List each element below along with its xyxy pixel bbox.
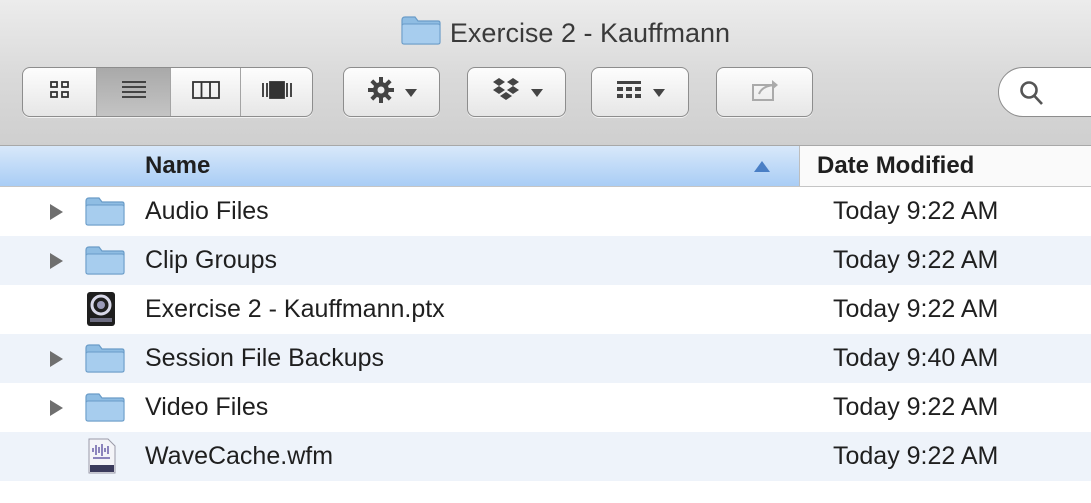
date-modified: Today 9:22 AM (833, 197, 999, 225)
file-list: Audio Files Today 9:22 AM Clip Groups To… (0, 187, 1091, 481)
share-icon (750, 77, 780, 108)
arrange-menu-button[interactable] (591, 67, 689, 117)
list-item[interactable]: WaveCache.wfm Today 9:22 AM (0, 432, 1091, 481)
folder-icon (400, 14, 442, 53)
disclosure-triangle-icon[interactable] (50, 400, 63, 416)
chevron-down-icon (530, 89, 543, 97)
action-menu-button[interactable] (343, 67, 440, 117)
file-name: WaveCache.wfm (145, 442, 334, 470)
icon-grid-icon (49, 80, 71, 105)
date-modified: Today 9:22 AM (833, 295, 999, 323)
folder-icon (84, 342, 126, 379)
folder-icon (84, 391, 126, 428)
sort-ascending-icon (754, 161, 770, 172)
icon-view-button[interactable] (23, 68, 96, 116)
share-button[interactable] (716, 67, 813, 117)
cover-flow-icon (260, 79, 294, 106)
search-field[interactable] (998, 67, 1091, 117)
chevron-down-icon (404, 89, 417, 97)
column-view-button[interactable] (170, 68, 240, 116)
gear-icon (367, 76, 395, 109)
file-name: Video Files (145, 393, 269, 421)
name-column-header[interactable]: Name (0, 146, 800, 186)
file-name: Clip Groups (145, 246, 277, 274)
dropbox-icon (491, 77, 521, 108)
file-name: Session File Backups (145, 344, 385, 372)
window-toolbar: Exercise 2 - Kauffmann (0, 0, 1091, 146)
list-item[interactable]: Clip Groups Today 9:22 AM (0, 236, 1091, 285)
name-column-label: Name (145, 152, 211, 179)
file-name: Exercise 2 - Kauffmann.ptx (145, 295, 445, 323)
date-modified: Today 9:22 AM (833, 442, 999, 470)
list-column-header: Name Date Modified (0, 146, 1091, 187)
window-title: Exercise 2 - Kauffmann (0, 14, 1091, 53)
window-title-text: Exercise 2 - Kauffmann (449, 18, 731, 48)
date-modified: Today 9:40 AM (833, 344, 999, 372)
folder-icon (84, 195, 126, 232)
chevron-down-icon (653, 89, 665, 97)
list-lines-icon (120, 79, 148, 106)
disclosure-triangle-icon[interactable] (50, 204, 63, 220)
file-name: Audio Files (145, 197, 269, 225)
dropbox-menu-button[interactable] (467, 67, 566, 117)
list-view-button[interactable] (96, 68, 170, 116)
magnifier-icon (1019, 79, 1045, 112)
cover-flow-view-button[interactable] (240, 68, 312, 116)
list-item[interactable]: Exercise 2 - Kauffmann.ptx Today 9:22 AM (0, 285, 1091, 334)
protools-session-icon (86, 291, 116, 332)
columns-icon (191, 79, 221, 106)
date-modified: Today 9:22 AM (833, 246, 999, 274)
disclosure-triangle-icon[interactable] (50, 351, 63, 367)
list-item[interactable]: Session File Backups Today 9:40 AM (0, 334, 1091, 383)
folder-icon (84, 244, 126, 281)
list-item[interactable]: Audio Files Today 9:22 AM (0, 187, 1091, 236)
view-mode-control (22, 67, 313, 117)
arrange-grid-icon (615, 79, 643, 106)
date-modified-column-header[interactable]: Date Modified (817, 152, 974, 180)
date-modified: Today 9:22 AM (833, 393, 999, 421)
waveform-file-icon (88, 438, 116, 479)
list-item[interactable]: Video Files Today 9:22 AM (0, 383, 1091, 432)
disclosure-triangle-icon[interactable] (50, 253, 63, 269)
